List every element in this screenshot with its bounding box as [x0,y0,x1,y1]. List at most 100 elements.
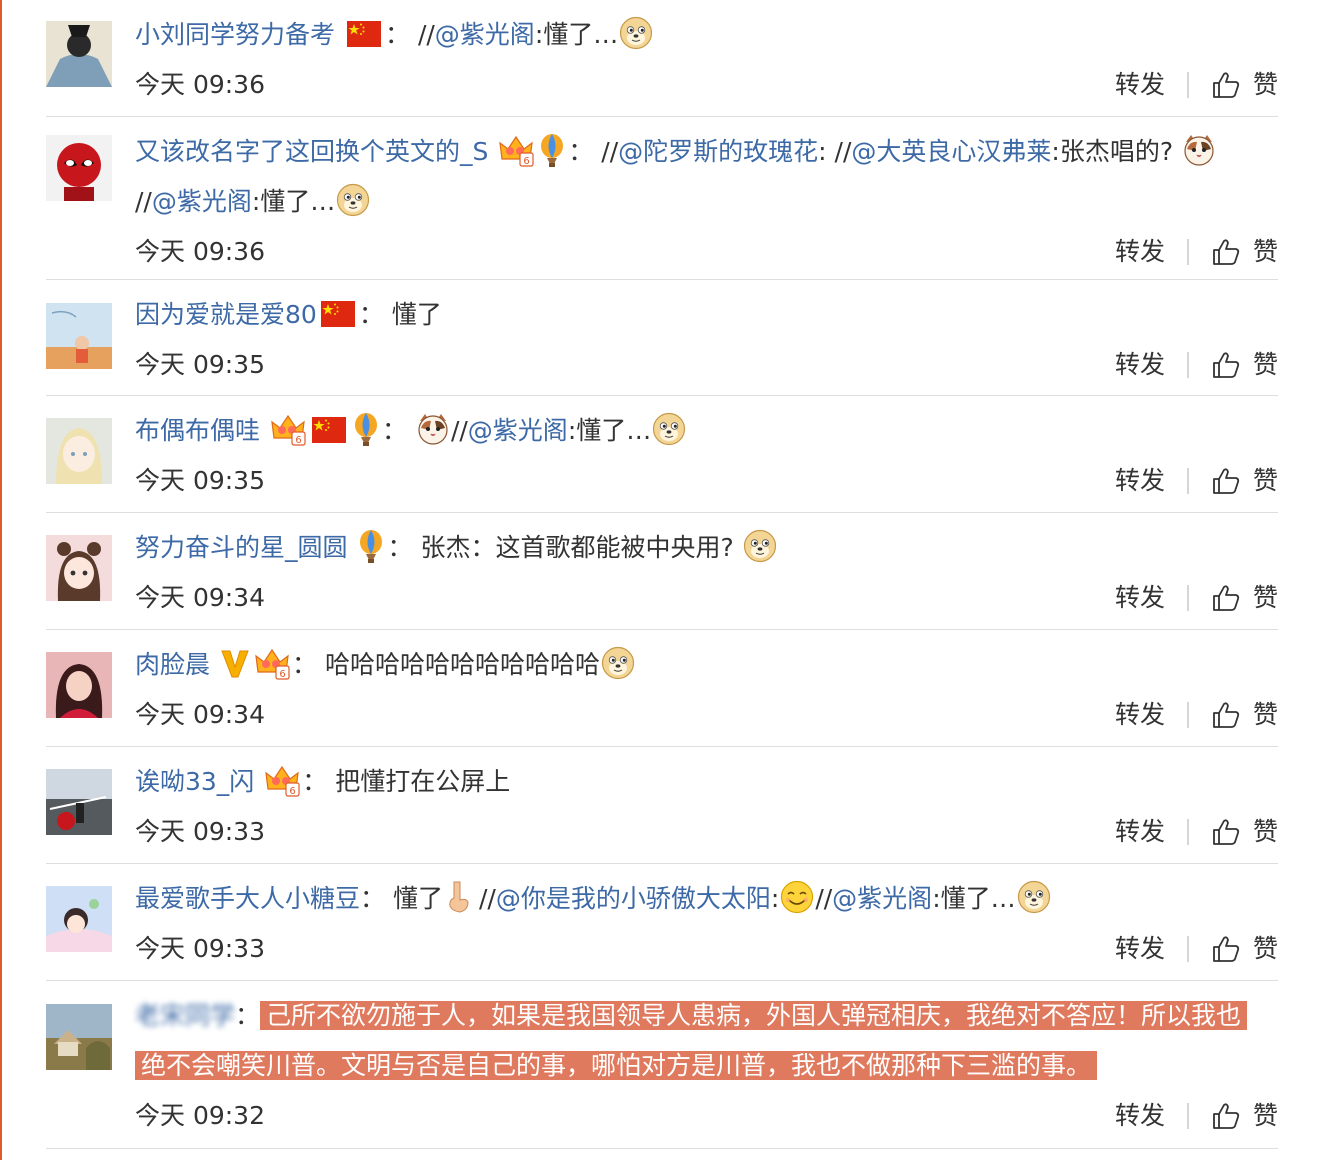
repost-button[interactable]: 转发 [1115,60,1165,110]
repost-button[interactable]: 转发 [1115,807,1165,857]
comment-item: 努力奋斗的星_圆圆 ： 张杰：这首歌都能被中央用? 今天 09:34 转发 赞 [46,513,1278,630]
avatar[interactable] [46,303,112,369]
doge-emoji-icon [601,646,635,680]
username-link[interactable]: 努力奋斗的星_圆圆 [135,533,348,562]
china-flag-icon [321,301,355,327]
thumbs-up-icon[interactable] [1211,700,1241,730]
repost-button[interactable]: 转发 [1115,1091,1165,1141]
pointing-hand-emoji-icon [444,880,478,914]
highlighted-comment-text: 己所不欲勿施于人，如果是我国领导人患病，外国人弹冠相庆，我绝对不答应！所以我也 [260,1001,1248,1030]
comment-colon: ： [302,767,328,796]
mention-link[interactable]: @紫光阁 [435,20,535,49]
action-divider [1186,72,1189,98]
comment-text: :懂了… [567,416,652,445]
like-button[interactable]: 赞 [1253,924,1278,974]
mention-link[interactable]: @紫光阁 [832,884,932,913]
thumbs-up-icon[interactable] [1211,350,1241,380]
comment-time: 今天 09:36 [135,70,265,99]
mention-link[interactable]: @大英良心汉弗莱 [851,137,1051,166]
comment-item: 又该改名字了这回换个英文的_S ： //@陀罗斯的玫瑰花: //@大英良心汉弗莱… [46,117,1278,280]
comment-time: 今天 09:34 [135,700,265,729]
doge-emoji-icon [743,529,777,563]
mention-link[interactable]: @紫光阁 [468,416,568,445]
like-button[interactable]: 赞 [1253,456,1278,506]
doge-emoji-icon [619,16,653,50]
like-button[interactable]: 赞 [1253,807,1278,857]
comment-time: 今天 09:36 [135,237,265,266]
comment-colon: ： [291,650,317,679]
like-button[interactable]: 赞 [1253,340,1278,390]
username-link[interactable]: 小刘同学努力备考 [135,20,335,49]
like-button[interactable]: 赞 [1253,573,1278,623]
comment-time: 今天 09:33 [135,817,265,846]
china-flag-icon [347,21,381,47]
verified-v-badge-icon [220,647,250,679]
fan-crown-badge-icon [264,763,300,797]
comment-item: 最爱歌手大人小糖豆： 懂了//@你是我的小骄傲大太阳://@紫光阁:懂了… 今天… [46,864,1278,981]
repost-prefix: // [815,884,833,913]
like-button[interactable]: 赞 [1253,690,1278,740]
comment-colon: ： [568,137,594,166]
avatar[interactable] [46,135,112,201]
cat-emoji-icon [1182,133,1216,167]
like-button[interactable]: 赞 [1253,227,1278,277]
comment-text: 懂了 [391,300,442,329]
highlighted-comment-text: 绝不会嘲笑川普。文明与否是自己的事，哪怕对方是川普，我也不做那种下三滥的事。 [135,1051,1098,1080]
username-link[interactable]: 最爱歌手大人小糖豆 [135,884,360,913]
avatar[interactable] [46,886,112,952]
username-link[interactable]: 因为爱就是爱80 [135,300,317,329]
avatar[interactable] [46,21,112,87]
thumbs-up-icon[interactable] [1211,817,1241,847]
comment-text: 懂了 [392,884,443,913]
thumbs-up-icon[interactable] [1211,70,1241,100]
username-link[interactable]: 肉脸晨 [135,650,210,679]
thumbs-up-icon[interactable] [1211,466,1241,496]
left-edge-accent [0,0,2,1160]
repost-button[interactable]: 转发 [1115,690,1165,740]
action-divider [1186,585,1189,611]
comment-item: 小刘同学努力备考 ： //@紫光阁:懂了… 今天 09:36 转发 赞 [46,0,1278,117]
thumbs-up-icon[interactable] [1211,237,1241,267]
action-divider [1186,936,1189,962]
repost-button[interactable]: 转发 [1115,924,1165,974]
comment-text: :懂了… [251,187,336,216]
avatar[interactable] [46,769,112,835]
fan-crown-badge-icon [254,646,290,680]
avatar[interactable] [46,418,112,484]
thumbs-up-icon[interactable] [1211,934,1241,964]
comment-colon: ： [360,884,386,913]
fan-crown-badge-icon [270,412,306,446]
avatar[interactable] [46,535,112,601]
thumbs-up-icon[interactable] [1211,583,1241,613]
action-divider [1186,819,1189,845]
avatar[interactable] [46,652,112,718]
comment-item: 肉脸晨 ： 哈哈哈哈哈哈哈哈哈哈哈 今天 09:34 转发 赞 [46,630,1278,747]
thumbs-up-icon[interactable] [1211,1101,1241,1131]
comment-text: :懂了… [932,884,1016,913]
repost-button[interactable]: 转发 [1115,227,1165,277]
comment-item: 老宋同学： 己所不欲勿施于人，如果是我国领导人患病，外国人弹冠相庆，我绝对不答应！… [46,981,1278,1149]
comment-item: 因为爱就是爱80 ： 懂了 今天 09:35 转发 赞 [46,280,1278,396]
mention-link[interactable]: @陀罗斯的玫瑰花 [618,137,818,166]
mention-link[interactable]: @紫光阁 [152,187,252,216]
comment-time: 今天 09:33 [135,934,265,963]
hot-air-balloon-icon [537,133,567,167]
action-divider [1186,1103,1189,1129]
repost-button[interactable]: 转发 [1115,340,1165,390]
comment-item: 布偶布偶哇 ： //@紫光阁:懂了… 今天 09:35 转发 赞 [46,396,1278,513]
action-divider [1186,239,1189,265]
comment-text: 哈哈哈哈哈哈哈哈哈哈哈 [324,650,600,679]
mention-link[interactable]: @你是我的小骄傲大太阳 [496,884,771,913]
username-link[interactable]: 又该改名字了这回换个英文的_S [135,137,488,166]
comment-colon: ： [235,1001,261,1030]
like-button[interactable]: 赞 [1253,1091,1278,1141]
username-link[interactable]: 诶呦33_闪 [135,767,254,796]
avatar[interactable] [46,1004,112,1070]
repost-button[interactable]: 转发 [1115,456,1165,506]
username-link[interactable]: 老宋同学 [135,1001,235,1030]
repost-button[interactable]: 转发 [1115,573,1165,623]
like-button[interactable]: 赞 [1253,60,1278,110]
repost-prefix: // [450,416,468,445]
repost-separator: : [818,137,835,166]
username-link[interactable]: 布偶布偶哇 [135,416,260,445]
